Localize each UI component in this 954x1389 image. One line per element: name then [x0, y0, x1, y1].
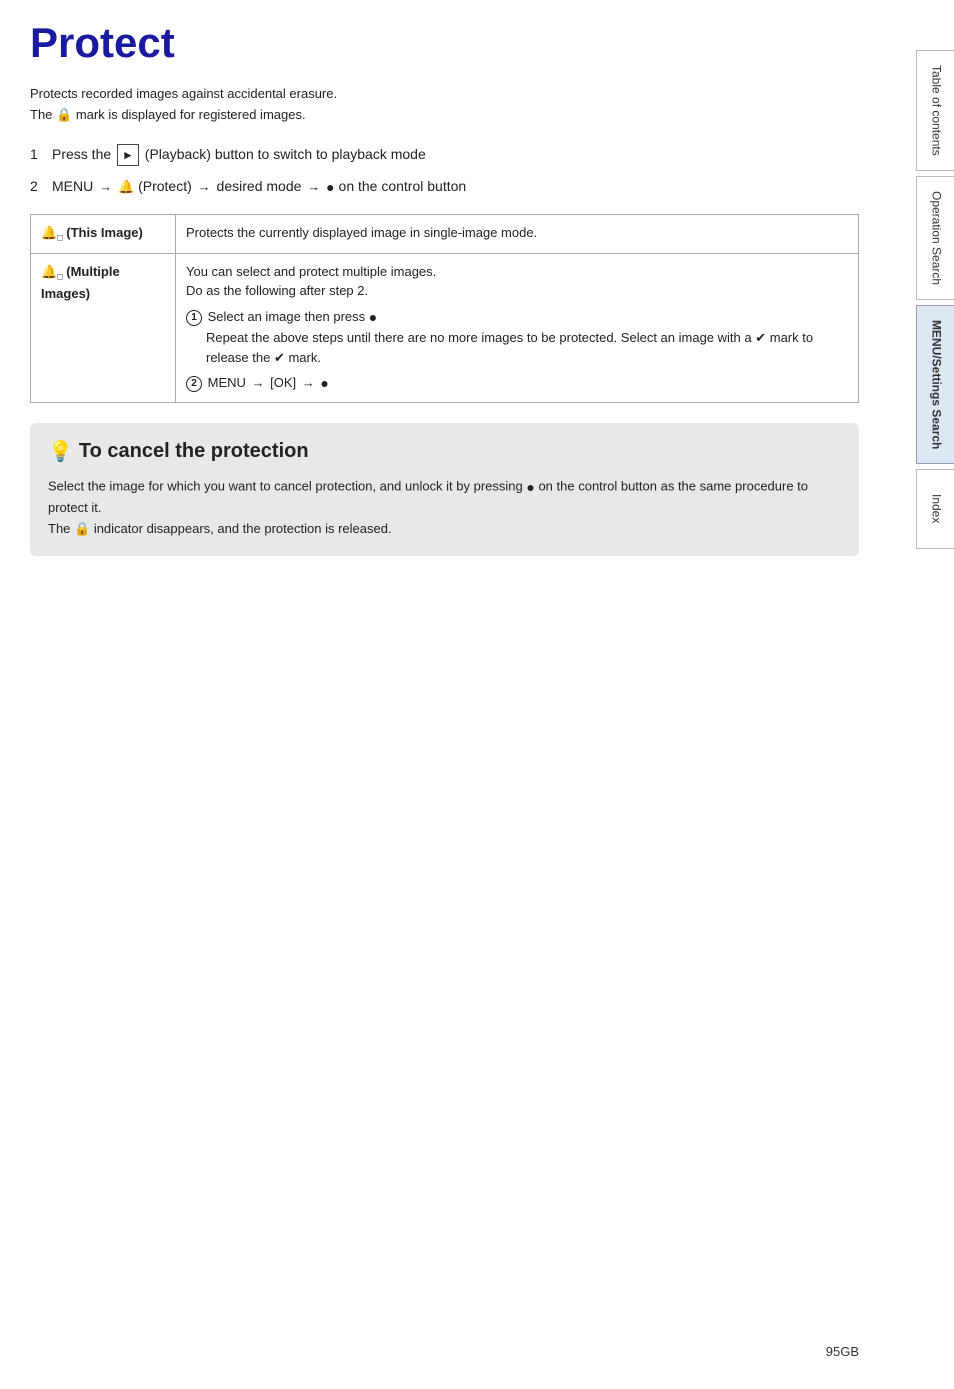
sidebar: Table of contents Operation Search MENU/… — [869, 20, 954, 1389]
circle-num-2: 2 — [186, 376, 202, 392]
step2-num: 2 — [30, 178, 44, 194]
intro-line2: The 🔒 mark is displayed for registered i… — [30, 105, 859, 126]
cancel-text2: The 🔒 indicator disappears, and the prot… — [48, 519, 841, 540]
multiple-images-step: Do as the following after step 2. — [186, 281, 848, 301]
page-number: 95GB — [826, 1344, 859, 1359]
this-image-icon: 🔔□ — [41, 225, 63, 240]
cancel-text: Select the image for which you want to c… — [48, 476, 841, 540]
step2-text: MENU → 🔔 (Protect) → desired mode → ● on… — [52, 176, 466, 198]
multiple-images-icon: 🔔□ — [41, 264, 63, 279]
playback-btn: ► — [117, 144, 139, 166]
tip-icon: 💡 — [48, 439, 73, 464]
tab-menu-settings-search[interactable]: MENU/Settings Search — [916, 305, 954, 464]
table-col1-multiple-images: 🔔□ (Multiple Images) — [31, 253, 176, 402]
cancel-text1: Select the image for which you want to c… — [48, 476, 841, 519]
tab-index[interactable]: Index — [916, 469, 954, 549]
table-row-this-image: 🔔□ (This Image) Protects the currently d… — [31, 214, 859, 253]
table-row-multiple-images: 🔔□ (Multiple Images) You can select and … — [31, 253, 859, 402]
intro-line1: Protects recorded images against acciden… — [30, 84, 859, 105]
tab-table-of-contents[interactable]: Table of contents — [916, 50, 954, 171]
main-content: Protect Protects recorded images against… — [30, 20, 859, 616]
table-col2-this-image: Protects the currently displayed image i… — [176, 214, 859, 253]
intro-text: Protects recorded images against acciden… — [30, 84, 859, 126]
cancel-section: 💡 To cancel the protection Select the im… — [30, 423, 859, 556]
step1-num: 1 — [30, 146, 44, 162]
step1: 1 Press the ► (Playback) button to switc… — [30, 144, 859, 166]
cancel-title: 💡 To cancel the protection — [48, 439, 841, 464]
circle-num-1: 1 — [186, 310, 202, 326]
table-col2-multiple-images: You can select and protect multiple imag… — [176, 253, 859, 402]
multiple-images-item1-detail: Repeat the above steps until there are n… — [206, 328, 848, 367]
protect-table: 🔔□ (This Image) Protects the currently d… — [30, 214, 859, 403]
step1-text: Press the ► (Playback) button to switch … — [52, 144, 426, 166]
multiple-images-item1: 1 Select an image then press ● Repeat th… — [186, 307, 848, 367]
step2: 2 MENU → 🔔 (Protect) → desired mode → ● … — [30, 176, 859, 198]
this-image-label: (This Image) — [66, 225, 143, 240]
table-col1-this-image: 🔔□ (This Image) — [31, 214, 176, 253]
multiple-images-item2: 2 MENU → [OK] → ● — [186, 373, 848, 394]
multiple-images-intro: You can select and protect multiple imag… — [186, 262, 848, 282]
tab-group: Table of contents Operation Search MENU/… — [916, 50, 954, 551]
page-title: Protect — [30, 20, 859, 66]
tab-operation-search[interactable]: Operation Search — [916, 176, 954, 300]
